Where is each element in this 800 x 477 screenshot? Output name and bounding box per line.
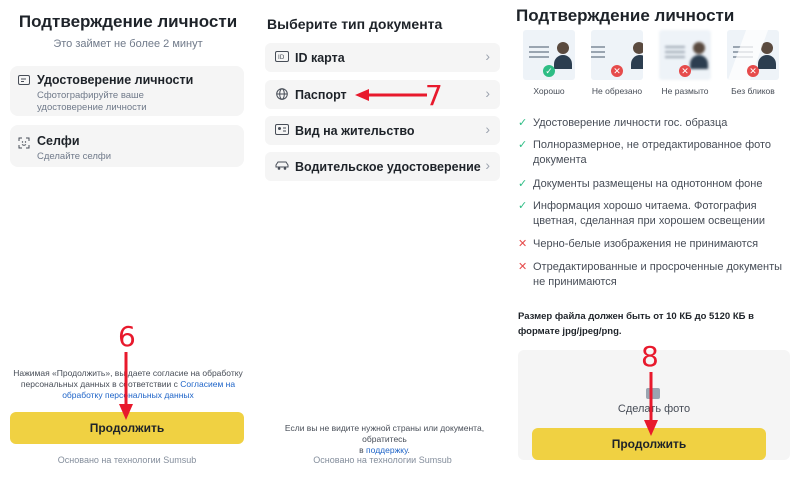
check-icon: ✓: [543, 65, 555, 77]
check-icon: ✓: [518, 178, 528, 190]
id-card-icon: [18, 75, 30, 85]
car-icon: [275, 160, 289, 172]
page-title: Выберите тип документа: [267, 16, 443, 32]
arrow-down-icon: [644, 372, 658, 436]
step-6-annotation: 6: [118, 320, 136, 353]
document-option-id-card[interactable]: ID ID карта ›: [265, 43, 500, 72]
page-subtitle: Это займет не более 2 минут: [53, 38, 203, 50]
arrow-down-icon: [119, 352, 133, 420]
arrow-left-icon: [355, 89, 427, 101]
chevron-right-icon: ›: [485, 121, 490, 137]
selfie-step-card[interactable]: Селфи Сделайте селфи: [10, 125, 244, 167]
chevron-right-icon: ›: [485, 48, 490, 64]
powered-by-footer: Основано на технологии Sumsub: [313, 455, 452, 465]
card-title: Селфи: [37, 134, 80, 148]
cross-icon: ✕: [747, 65, 759, 77]
consent-text-plain: персональных данных в соответствии с: [20, 379, 181, 389]
requirement-text: Черно-белые изображения не принимаются: [533, 238, 759, 250]
svg-text:ID: ID: [278, 54, 285, 61]
support-note-text: .: [407, 445, 410, 455]
residence-card-icon: [275, 124, 289, 136]
document-option-label: Водительское удостоверение: [295, 160, 481, 174]
requirement-text: Удостоверение личности гос. образца: [533, 117, 728, 129]
chevron-right-icon: ›: [485, 157, 490, 173]
document-option-residence-permit[interactable]: Вид на жительство ›: [265, 116, 500, 145]
sample-caption: Не обрезано: [591, 86, 643, 96]
support-note: Если вы не видите нужной страны или доку…: [267, 423, 502, 456]
page-title: Подтверждение личности: [516, 6, 735, 25]
check-icon: ✓: [518, 117, 528, 129]
support-note-text: в: [359, 445, 367, 455]
sample-caption: Хорошо: [533, 86, 565, 96]
powered-by-footer: Основано на технологии Sumsub: [57, 455, 197, 465]
cross-icon: ✕: [679, 65, 691, 77]
card-description: Сфотографируйте ваше: [37, 90, 144, 101]
document-option-drivers-license[interactable]: Водительское удостоверение ›: [265, 152, 500, 181]
cross-icon: ✕: [518, 238, 528, 250]
sample-caption: Не размыто: [661, 86, 709, 96]
file-size-note: Размер файла должен быть от 10 КБ до 512…: [518, 311, 754, 337]
check-icon: ✓: [518, 200, 528, 212]
cross-icon: ✕: [518, 261, 528, 273]
step-7-annotation: 7: [425, 79, 443, 112]
sample-caption: Без бликов: [731, 86, 775, 96]
document-option-label: Паспорт: [295, 88, 347, 102]
id-document-step-card[interactable]: Удостоверение личности Сфотографируйте в…: [10, 66, 244, 116]
requirement-text: Полноразмерное, не отредактированное фот…: [533, 139, 772, 166]
card-description: Сделайте селфи: [37, 151, 112, 162]
card-title: Удостоверение личности: [37, 73, 194, 87]
check-icon: ✓: [518, 139, 528, 151]
document-option-label: Вид на жительство: [295, 124, 415, 138]
requirement-text: Отредактированные и просроченные докумен…: [533, 261, 783, 288]
document-option-label: ID карта: [295, 51, 345, 65]
id-card-icon: ID: [275, 51, 289, 63]
requirement-text: Информация хорошо читаема. Фотография цв…: [533, 200, 765, 227]
consent-link[interactable]: Согласием на: [180, 379, 235, 389]
step-8-annotation: 8: [641, 340, 659, 373]
card-description: удостоверение личности: [37, 102, 147, 113]
document-type-screen: Выберите тип документа ID ID карта › Пас…: [255, 0, 510, 477]
chevron-right-icon: ›: [485, 85, 490, 101]
page-title: Подтверждение личности: [18, 12, 238, 31]
support-link[interactable]: поддержку: [366, 445, 407, 455]
globe-icon: [275, 88, 289, 100]
cross-icon: ✕: [611, 65, 623, 77]
support-note-line: Если вы не видите нужной страны или доку…: [284, 423, 485, 444]
face-scan-icon: [18, 137, 30, 149]
requirement-text: Документы размещены на однотонном фоне: [533, 178, 763, 190]
